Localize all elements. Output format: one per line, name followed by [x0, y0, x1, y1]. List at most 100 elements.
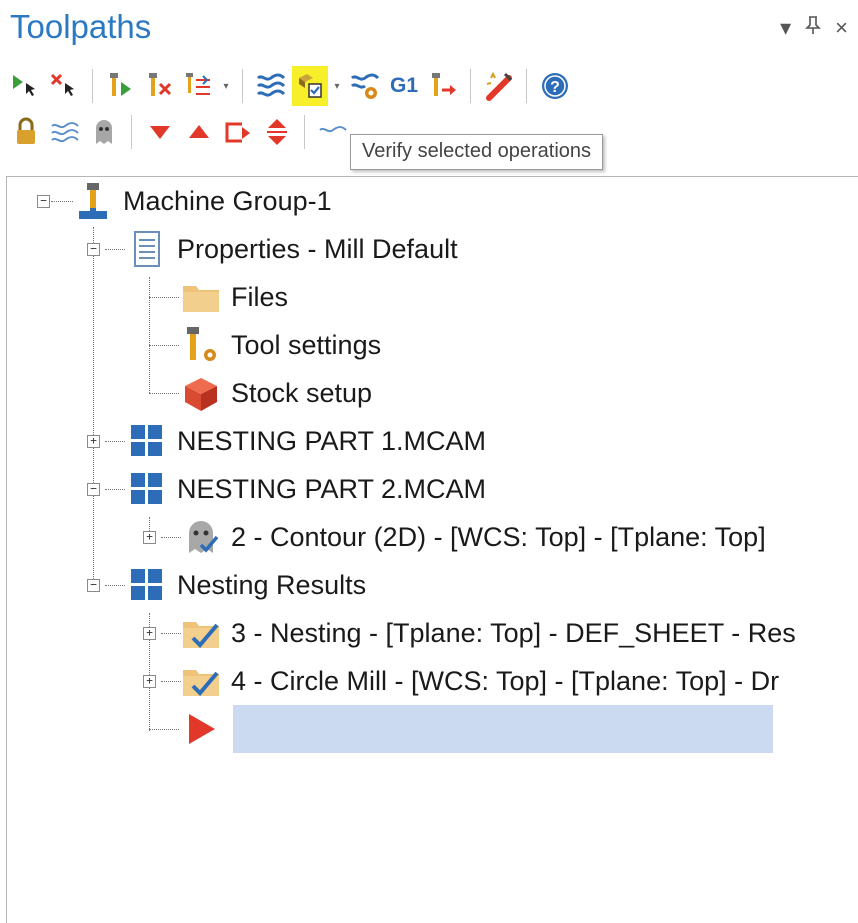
tree-connector	[105, 441, 125, 442]
tree-item-label: Stock setup	[231, 377, 373, 408]
tree-item-stock-setup[interactable]: Stock setup	[181, 369, 372, 417]
collapse-toggle[interactable]: −	[87, 483, 100, 496]
deselect-all-button[interactable]	[47, 66, 83, 106]
tree-item-label: Files	[231, 281, 289, 312]
operations-tree: − − + − + − + + Machine Group-1 Properti…	[6, 176, 858, 923]
tree-item-nesting-results[interactable]: Nesting Results	[127, 561, 366, 609]
panel-title: Toolpaths	[10, 8, 152, 45]
expand-toggle[interactable]: +	[87, 435, 100, 448]
tree-item-nesting-part-1[interactable]: NESTING PART 1.MCAM	[127, 417, 486, 465]
tree-connector	[105, 489, 125, 490]
toolbar-separator	[131, 115, 132, 149]
operation-folder-check-icon	[183, 670, 219, 696]
nesting-group-icon	[131, 425, 162, 456]
regenerate-dirty-icon	[149, 73, 172, 96]
expand-toggle[interactable]: +	[143, 531, 156, 544]
regenerate-dirty-button[interactable]	[142, 66, 178, 106]
toolbar-separator	[242, 69, 243, 103]
svg-text:?: ?	[550, 79, 560, 96]
regenerate-selected-button[interactable]	[103, 66, 139, 106]
lock-icon	[17, 117, 35, 144]
highfeed-button[interactable]	[425, 66, 461, 106]
edit-operations-icon	[186, 73, 210, 95]
pin-icon[interactable]	[805, 14, 822, 42]
scroll-to-insert-button[interactable]	[259, 112, 295, 152]
tree-connector	[105, 585, 125, 586]
tree-item-label: 4 - Circle Mill - [WCS: Top] - [Tplane: …	[231, 665, 780, 696]
tooltip: Verify selected operations	[350, 134, 604, 170]
toggle-posting-icon	[96, 120, 112, 144]
verify-dropdown[interactable]: ▾	[331, 66, 343, 106]
select-all-operations-button[interactable]	[8, 66, 44, 106]
tree-item-label: Nesting Results	[177, 569, 367, 600]
select-all-operations-icon	[13, 75, 35, 96]
lock-button[interactable]	[8, 112, 44, 152]
tree-item-nesting-part-2[interactable]: NESTING PART 2.MCAM	[127, 465, 486, 513]
tree-item-label: Machine Group-1	[123, 185, 332, 216]
expand-toggle[interactable]: +	[143, 627, 156, 640]
tree-item-files[interactable]: Files	[181, 273, 288, 321]
tree-item-tool-settings[interactable]: Tool settings	[181, 321, 381, 369]
tree-connector	[51, 201, 73, 202]
collapse-toggle[interactable]: −	[87, 243, 100, 256]
edit-operations-button[interactable]	[181, 66, 217, 106]
tree-item-nesting-operation[interactable]: 3 - Nesting - [Tplane: Top] - DEF_SHEET …	[181, 609, 796, 657]
tree-item-label: 3 - Nesting - [Tplane: Top] - DEF_SHEET …	[231, 617, 796, 648]
move-insert-down-button[interactable]	[142, 112, 178, 152]
tree-connector	[93, 227, 94, 585]
tree-item-label: NESTING PART 1.MCAM	[177, 425, 487, 456]
post-selected-button[interactable]: G1	[386, 66, 422, 106]
contour-operation-icon	[189, 521, 219, 553]
scroll-arrows-icon	[267, 119, 287, 145]
tree-connector	[105, 249, 125, 250]
collapse-toggle[interactable]: −	[37, 195, 50, 208]
move-down-icon	[150, 126, 170, 139]
delete-all-icon	[486, 71, 513, 101]
toggle-display-button[interactable]	[47, 112, 83, 152]
toggle-posting-button[interactable]	[86, 112, 122, 152]
backplot-selected-icon	[256, 73, 286, 97]
stock-box-icon	[185, 378, 217, 411]
tree-item-contour-operation[interactable]: 2 - Contour (2D) - [WCS: Top] - [Tplane:…	[181, 513, 766, 561]
panel-menu-dropdown-icon[interactable]: ▾	[780, 14, 791, 42]
help-button[interactable]: ?	[537, 66, 573, 106]
tree-item-label: Tool settings	[231, 329, 382, 360]
collapse-toggle[interactable]: −	[87, 579, 100, 592]
toggle-display-icon	[51, 122, 79, 143]
tree-item-label: NESTING PART 2.MCAM	[177, 473, 487, 504]
folder-icon	[183, 286, 219, 312]
simulate-button[interactable]	[347, 66, 383, 106]
insert-position-highlight[interactable]	[233, 705, 773, 753]
tree-item-label: Properties - Mill Default	[177, 233, 458, 264]
post-selected-label: G1	[389, 74, 418, 97]
tree-item-machine-group[interactable]: Machine Group-1	[73, 177, 332, 225]
tree-item-circle-mill-operation[interactable]: 4 - Circle Mill - [WCS: Top] - [Tplane: …	[181, 657, 779, 705]
highfeed-icon	[432, 73, 456, 96]
tree-item-insert-arrow[interactable]	[181, 705, 221, 753]
tree-connector	[161, 633, 181, 634]
delete-all-button[interactable]	[481, 66, 517, 106]
expand-toggle[interactable]: +	[143, 675, 156, 688]
tree-item-properties[interactable]: Properties - Mill Default	[127, 225, 458, 273]
properties-icon	[134, 231, 160, 267]
close-icon[interactable]: ×	[835, 14, 848, 42]
hidden-tool-button[interactable]	[315, 112, 351, 152]
tree-connector	[149, 297, 179, 298]
tree-connector	[161, 537, 181, 538]
simulate-icon	[350, 73, 380, 99]
verify-selected-button[interactable]	[292, 66, 328, 106]
edit-operations-dropdown[interactable]: ▾	[220, 66, 232, 106]
regenerate-selected-icon	[110, 73, 131, 96]
toolbar-separator	[470, 69, 471, 103]
insert-arrow-icon	[189, 714, 215, 744]
tree-connector	[149, 393, 179, 394]
tree-item-label: 2 - Contour (2D) - [WCS: Top] - [Tplane:…	[231, 521, 766, 552]
move-insert-up-button[interactable]	[181, 112, 217, 152]
operation-folder-check-icon	[183, 622, 219, 648]
insert-after-button[interactable]	[220, 112, 256, 152]
tool-settings-icon	[187, 327, 216, 361]
backplot-selected-button[interactable]	[253, 66, 289, 106]
toolbar-separator	[304, 115, 305, 149]
tree-connector	[149, 345, 179, 346]
machine-group-icon	[79, 183, 107, 219]
